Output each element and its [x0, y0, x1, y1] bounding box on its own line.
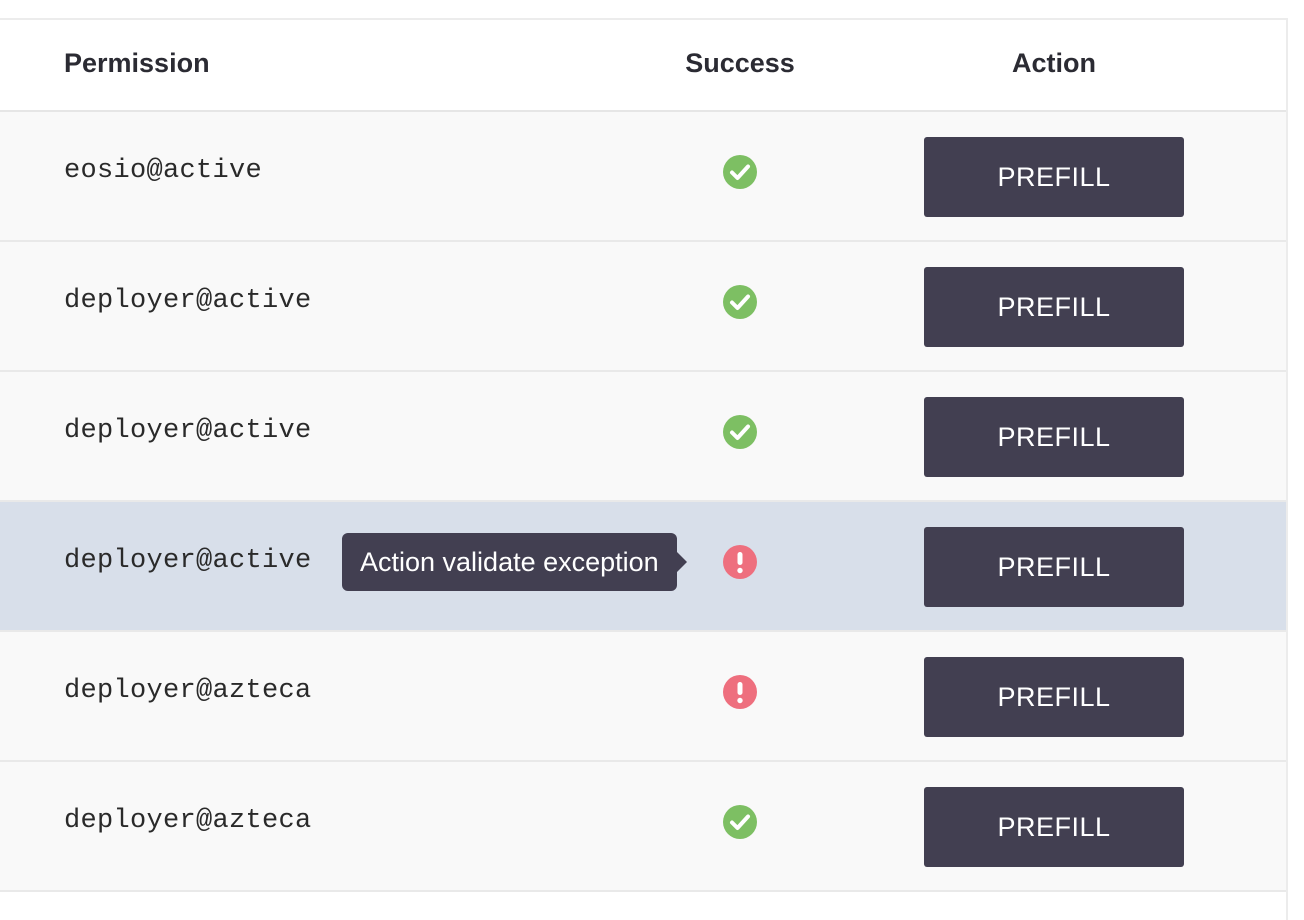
permission-cell: deployer@azteca [64, 806, 312, 836]
error-tooltip: Action validate exception [342, 533, 687, 591]
prefill-button[interactable]: PREFILL [924, 267, 1184, 347]
exclamation-circle-icon[interactable] [722, 544, 758, 580]
permission-cell: deployer@azteca [64, 676, 312, 706]
permission-cell: deployer@active [64, 546, 312, 576]
prefill-button[interactable]: PREFILL [924, 527, 1184, 607]
prefill-button[interactable]: PREFILL [924, 137, 1184, 217]
check-circle-icon [722, 414, 758, 450]
check-circle-icon [722, 154, 758, 190]
permission-cell: deployer@active [64, 416, 312, 446]
table-row: deployer@active PREFILL [0, 372, 1286, 502]
permissions-panel: Permission Success Action eosio@active P… [0, 18, 1288, 920]
header-action: Action [1012, 48, 1096, 78]
prefill-button[interactable]: PREFILL [924, 787, 1184, 867]
check-circle-icon [722, 804, 758, 840]
header-permission: Permission [64, 48, 210, 78]
check-circle-icon [722, 284, 758, 320]
tooltip-text: Action validate exception [360, 547, 659, 577]
header-success: Success [685, 48, 795, 78]
table-row: deployer@azteca PREFILL [0, 632, 1286, 762]
permission-cell: deployer@active [64, 286, 312, 316]
table-row: eosio@active PREFILL [0, 112, 1286, 242]
exclamation-circle-icon[interactable] [722, 674, 758, 710]
table-row: deployer@active PREFILL [0, 242, 1286, 372]
table-row: deployer@azteca PREFILL [0, 762, 1286, 892]
prefill-button[interactable]: PREFILL [924, 397, 1184, 477]
table-row-hovered: deployer@active Action validate exceptio… [0, 502, 1286, 632]
permissions-table: Permission Success Action eosio@active P… [0, 20, 1286, 892]
prefill-button[interactable]: PREFILL [924, 657, 1184, 737]
table-header: Permission Success Action [0, 20, 1286, 112]
permission-cell: eosio@active [64, 156, 263, 186]
